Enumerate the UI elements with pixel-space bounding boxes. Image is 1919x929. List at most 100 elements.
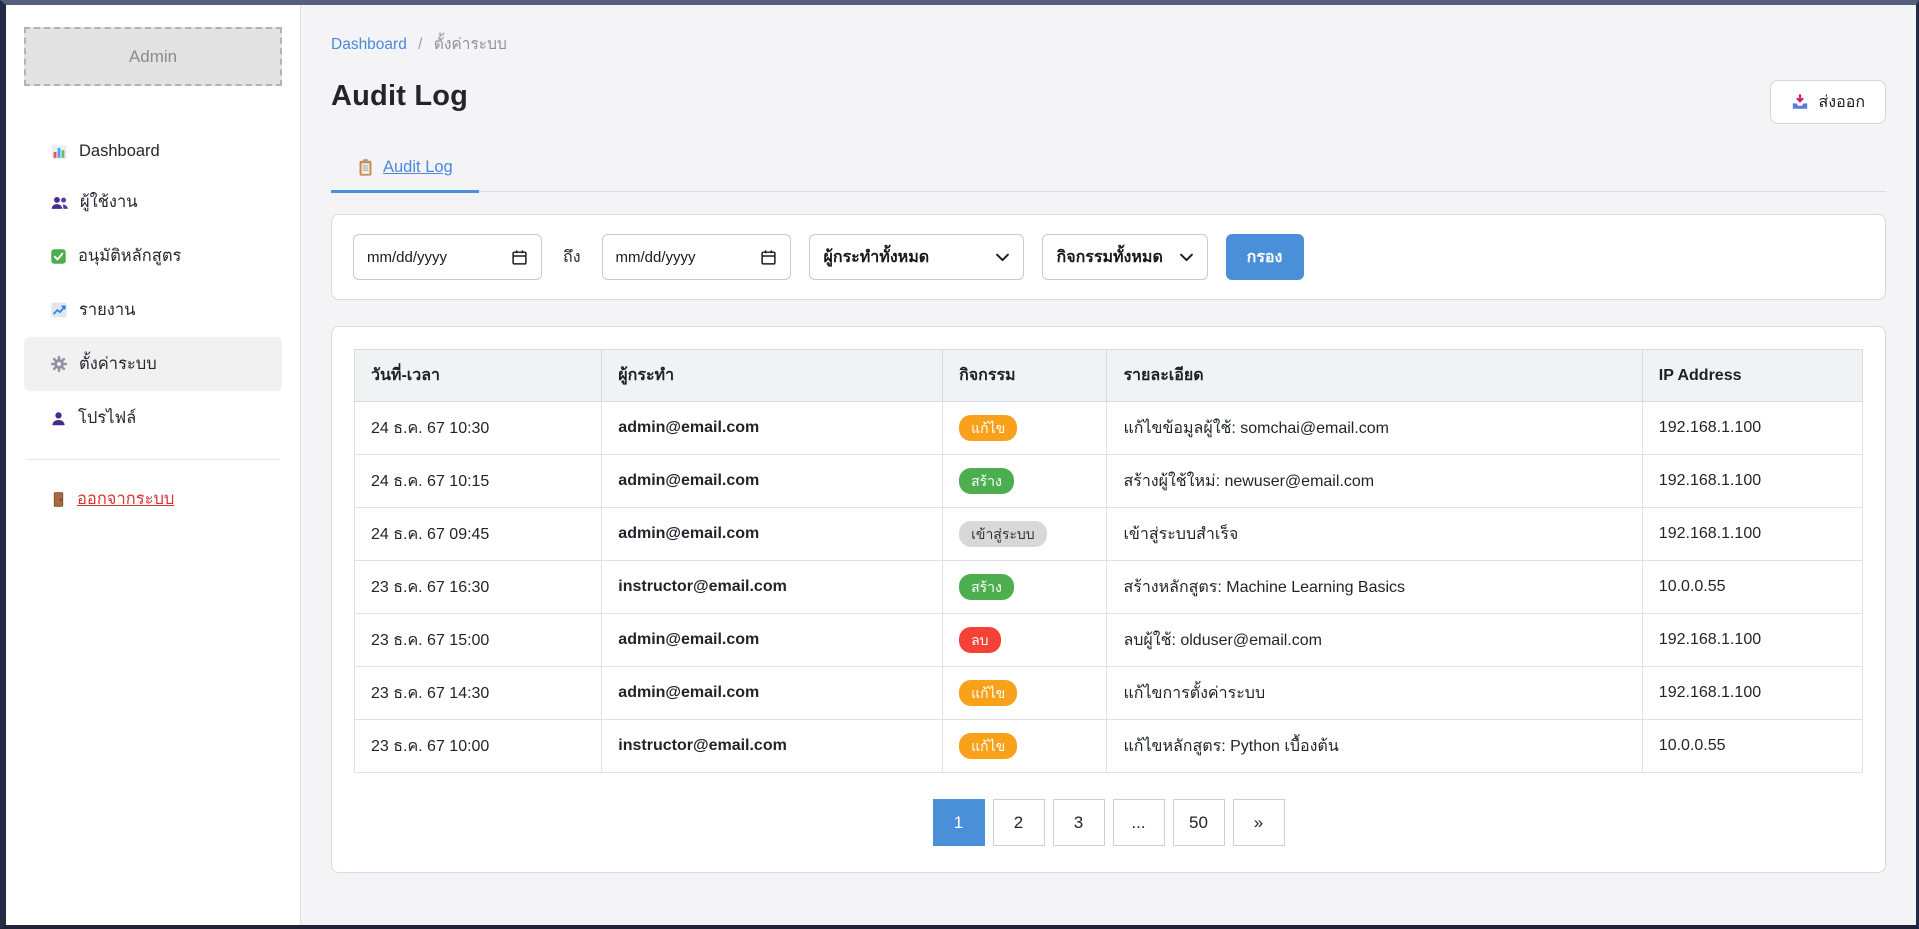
profile-icon [50, 410, 67, 427]
cell-details: เข้าสู่ระบบสำเร็จ [1107, 508, 1642, 561]
calendar-icon[interactable] [760, 249, 777, 266]
main-content: Dashboard / ตั้งค่าระบบ Audit Log ส่งออก [301, 5, 1916, 925]
date-range-to-label: ถึง [563, 245, 581, 270]
table-row: 23 ธ.ค. 67 16:30instructor@email.com สร้า… [355, 561, 1863, 614]
cell-ip: 192.168.1.100 [1642, 455, 1862, 508]
page-button-50[interactable]: 50 [1173, 799, 1225, 846]
activity-filter-select[interactable]: กิจกรรมทั้งหมด [1042, 234, 1208, 280]
cell-activity: ลบ [943, 614, 1107, 667]
cell-datetime: 23 ธ.ค. 67 10:00 [355, 720, 602, 773]
cell-actor: instructor@email.com [602, 561, 943, 614]
logout-link[interactable]: ออกจากระบบ [50, 486, 174, 512]
table-row: 24 ธ.ค. 67 09:45admin@email.comเข้าสู่ระ… [355, 508, 1863, 561]
filter-button[interactable]: กรอง [1226, 234, 1304, 280]
table-header-row: วันที่-เวลาผู้กระทำกิจกรรมรายละเอียดIP A… [355, 350, 1863, 402]
sidebar-item-reports[interactable]: รายงาน [24, 283, 282, 337]
cell-datetime: 24 ธ.ค. 67 10:30 [355, 402, 602, 455]
cell-activity: แก้ไข [943, 402, 1107, 455]
logout-label: ออกจากระบบ [77, 486, 174, 512]
sidebar-item-label: อนุมัติหลักสูตร [78, 243, 181, 269]
table-row: 24 ธ.ค. 67 10:15admin@email.comสร้างสร้า… [355, 455, 1863, 508]
audit-log-table: วันที่-เวลาผู้กระทำกิจกรรมรายละเอียดIP A… [354, 349, 1863, 773]
breadcrumb: Dashboard / ตั้งค่าระบบ [331, 31, 1886, 56]
export-icon [1791, 93, 1809, 111]
date-from-value: mm/dd/yyyy [367, 249, 447, 266]
approve-check-icon [50, 248, 67, 265]
cell-details: แก้ไขการตั้งค่าระบบ [1107, 667, 1642, 720]
column-header: รายละเอียด [1107, 350, 1642, 402]
activity-badge: ลบ [959, 627, 1000, 653]
cell-activity: แก้ไข [943, 720, 1107, 773]
sidebar-item-approve-courses[interactable]: อนุมัติหลักสูตร [24, 229, 282, 283]
door-icon [50, 491, 67, 508]
cell-datetime: 23 ธ.ค. 67 14:30 [355, 667, 602, 720]
cell-actor: admin@email.com [602, 614, 943, 667]
gear-icon [50, 355, 68, 373]
table-row: 24 ธ.ค. 67 10:30admin@email.comแก้ไขแก้ไ… [355, 402, 1863, 455]
tab-audit-log[interactable]: Audit Log [331, 158, 479, 193]
cell-activity: เข้าสู่ระบบ [943, 508, 1107, 561]
activity-badge: สร้าง [959, 468, 1014, 494]
sidebar-item-profile[interactable]: โปรไฟล์ [24, 391, 282, 445]
cell-actor: admin@email.com [602, 667, 943, 720]
column-header: กิจกรรม [943, 350, 1107, 402]
cell-datetime: 24 ธ.ค. 67 09:45 [355, 508, 602, 561]
table-row: 23 ธ.ค. 67 15:00admin@email.comลบลบผู้ใช… [355, 614, 1863, 667]
cell-activity: แก้ไข [943, 667, 1107, 720]
chevron-down-icon [996, 253, 1009, 262]
activity-badge: สร้าง [959, 574, 1014, 600]
table-row: 23 ธ.ค. 67 10:00instructor@email.com แก้ไ… [355, 720, 1863, 773]
date-to-value: mm/dd/yyyy [616, 249, 696, 266]
cell-datetime: 23 ธ.ค. 67 15:00 [355, 614, 602, 667]
app-window: Admin Dashboardผู้ใช้งานอนุมัติหลักสูตรร… [0, 0, 1919, 929]
cell-ip: 192.168.1.100 [1642, 614, 1862, 667]
page-button-1[interactable]: 1 [933, 799, 985, 846]
column-header: IP Address [1642, 350, 1862, 402]
cell-ip: 192.168.1.100 [1642, 508, 1862, 561]
cell-details: สร้างหลักสูตร: Machine Learning Basics [1107, 561, 1642, 614]
breadcrumb-separator: / [418, 36, 422, 53]
cell-datetime: 23 ธ.ค. 67 16:30 [355, 561, 602, 614]
date-to-input[interactable]: mm/dd/yyyy [602, 234, 791, 280]
sidebar-item-label: ตั้งค่าระบบ [79, 351, 157, 377]
page-button-3[interactable]: 3 [1053, 799, 1105, 846]
export-button[interactable]: ส่งออก [1770, 80, 1886, 124]
breadcrumb-current: ตั้งค่าระบบ [434, 36, 507, 53]
tab-bar: Audit Log [331, 158, 1886, 192]
column-header: ผู้กระทำ [602, 350, 943, 402]
cell-actor: admin@email.com [602, 455, 943, 508]
actor-filter-value: ผู้กระทำทั้งหมด [824, 245, 930, 270]
sidebar: Admin Dashboardผู้ใช้งานอนุมัติหลักสูตรร… [6, 5, 301, 925]
page-button-2[interactable]: 2 [993, 799, 1045, 846]
sidebar-item-system-settings[interactable]: ตั้งค่าระบบ [24, 337, 282, 391]
report-chart-icon [50, 301, 68, 319]
table-row: 23 ธ.ค. 67 14:30admin@email.comแก้ไขแก้ไ… [355, 667, 1863, 720]
sidebar-item-dashboard[interactable]: Dashboard [24, 128, 282, 175]
date-from-input[interactable]: mm/dd/yyyy [353, 234, 542, 280]
sidebar-menu: Dashboard ผู้ใช้งานอนุมัติหลักสูตรรายงานต… [24, 128, 282, 445]
cell-details: แก้ไขข้อมูลผู้ใช้: somchai@email.com [1107, 402, 1642, 455]
sidebar-item-label: ผู้ใช้งาน [80, 189, 138, 215]
cell-ip: 10.0.0.55 [1642, 720, 1862, 773]
clipboard-icon [357, 158, 374, 177]
column-header: วันที่-เวลา [355, 350, 602, 402]
cell-ip: 10.0.0.55 [1642, 561, 1862, 614]
audit-log-card: วันที่-เวลาผู้กระทำกิจกรรมรายละเอียดIP A… [331, 326, 1886, 873]
cell-ip: 192.168.1.100 [1642, 402, 1862, 455]
cell-actor: instructor@email.com [602, 720, 943, 773]
users-icon [50, 194, 69, 211]
sidebar-item-users[interactable]: ผู้ใช้งาน [24, 175, 282, 229]
activity-badge: แก้ไข [959, 733, 1017, 759]
actor-filter-select[interactable]: ผู้กระทำทั้งหมด [809, 234, 1024, 280]
sidebar-divider [26, 459, 280, 460]
breadcrumb-dashboard-link[interactable]: Dashboard [331, 36, 407, 53]
page-button-next[interactable]: » [1233, 799, 1285, 846]
calendar-icon[interactable] [511, 249, 528, 266]
cell-actor: admin@email.com [602, 402, 943, 455]
cell-actor: admin@email.com [602, 508, 943, 561]
sidebar-item-label: Dashboard [79, 142, 160, 161]
filter-bar: mm/dd/yyyy ถึง mm/dd/yyyy ผู้กระทำทั้งหม… [331, 214, 1886, 300]
page-button-ellipsis[interactable]: ... [1113, 799, 1165, 846]
cell-details: สร้างผู้ใช้ใหม่: newuser@email.com [1107, 455, 1642, 508]
dashboard-chart-icon [50, 143, 68, 161]
